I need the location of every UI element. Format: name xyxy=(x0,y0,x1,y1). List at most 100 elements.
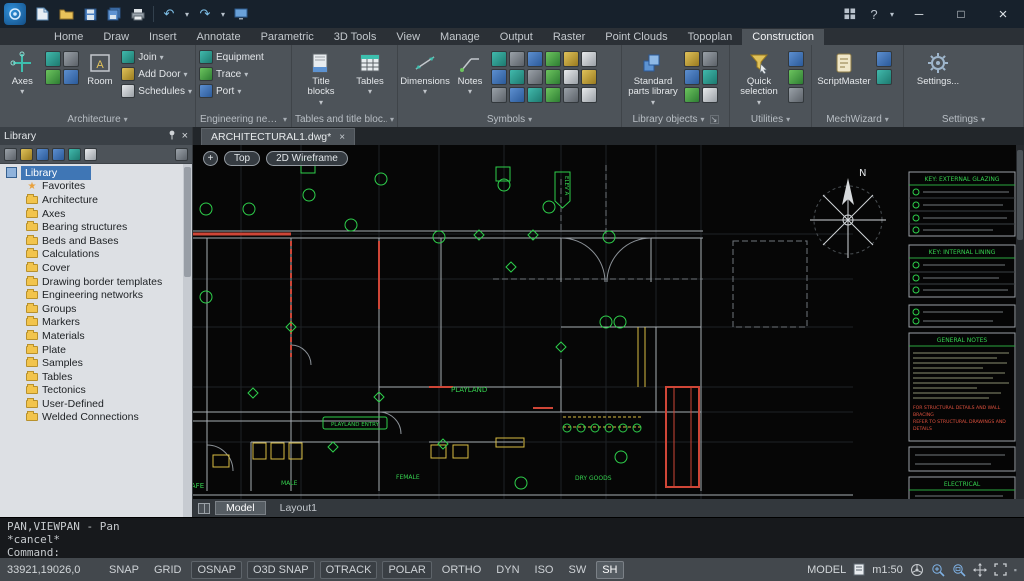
library-tree-item-groups[interactable]: Groups xyxy=(0,302,192,316)
schedules-button[interactable]: Schedules ▾ xyxy=(121,84,192,98)
library-tree-item-cover[interactable]: Cover xyxy=(0,261,192,275)
import-icon[interactable] xyxy=(36,148,49,161)
group-label-mechwizard[interactable]: MechWizard▾ xyxy=(812,112,903,127)
view-mark-icon[interactable] xyxy=(563,51,579,67)
equipment-button[interactable]: Equipment xyxy=(199,50,264,64)
purge-tool-icon[interactable] xyxy=(788,87,804,103)
osnap-toggle[interactable]: OSNAP xyxy=(191,561,242,579)
library-tree-item-favorites[interactable]: ★Favorites xyxy=(0,180,192,194)
trace-button[interactable]: Trace ▾ xyxy=(199,67,264,81)
redo-icon[interactable]: ↷ xyxy=(193,2,217,26)
palette-scrollbar-thumb[interactable] xyxy=(184,167,191,277)
dimensions-button[interactable]: Dimensions ▾ xyxy=(401,48,449,98)
assembly-tool-icon[interactable] xyxy=(702,87,718,103)
ribbon-tab-insert[interactable]: Insert xyxy=(139,29,187,45)
dialog-launcher-icon[interactable]: ↘ xyxy=(710,115,719,124)
node-mark-icon[interactable] xyxy=(527,51,543,67)
snap-toggle[interactable]: SNAP xyxy=(104,562,144,578)
layout1-tab[interactable]: Layout1 xyxy=(269,501,328,515)
group-label-tables[interactable]: Tables and title bloc...▾ xyxy=(292,112,397,127)
library-tree-item-tables[interactable]: Tables xyxy=(0,370,192,384)
app-logo-icon[interactable] xyxy=(4,3,26,25)
ribbon-tab-3d-tools[interactable]: 3D Tools xyxy=(324,29,387,45)
sw-toggle[interactable]: SW xyxy=(563,562,591,578)
close-button[interactable]: × xyxy=(982,0,1024,28)
notes-button[interactable]: Notes ▾ xyxy=(452,48,488,98)
center-mark-icon[interactable] xyxy=(581,87,597,103)
polar-toggle[interactable]: POLAR xyxy=(382,561,431,579)
layout-list-icon[interactable] xyxy=(198,503,210,514)
command-line[interactable]: PAN,VIEWPAN - Pan *cancel* Command: xyxy=(0,517,1024,558)
document-tab-architectural1[interactable]: ARCHITECTURAL1.dwg* × xyxy=(201,128,355,145)
axes-button[interactable]: Axes ▾ xyxy=(3,48,42,98)
new-folder-icon[interactable] xyxy=(20,148,33,161)
plot-preview-icon[interactable] xyxy=(229,2,253,26)
undo-dropdown-icon[interactable]: ▾ xyxy=(181,2,193,26)
group-label-library-objects[interactable]: Library objects▾↘ xyxy=(622,112,729,127)
ribbon-tab-parametric[interactable]: Parametric xyxy=(251,29,324,45)
room-button[interactable]: A Room xyxy=(82,48,119,89)
join-button[interactable]: Join ▾ xyxy=(121,50,192,64)
ortho-toggle[interactable]: ORTHO xyxy=(437,562,487,578)
profile-tool-icon[interactable] xyxy=(684,69,700,85)
grid-toggle[interactable]: GRID xyxy=(149,562,187,578)
bolt-tool-icon[interactable] xyxy=(684,51,700,67)
weld-symbol-icon[interactable] xyxy=(491,69,507,85)
fullscreen-icon[interactable] xyxy=(994,563,1007,576)
ribbon-tab-annotate[interactable]: Annotate xyxy=(187,29,251,45)
group-label-utilities[interactable]: Utilities▾ xyxy=(730,112,811,127)
ribbon-tab-output[interactable]: Output xyxy=(490,29,543,45)
fixing-symbol-icon[interactable] xyxy=(509,87,525,103)
tolerance-symbol-icon[interactable] xyxy=(527,69,543,85)
beam-tool-icon[interactable] xyxy=(45,69,61,85)
port-button[interactable]: Port ▾ xyxy=(199,84,264,98)
thumbnails-view-icon[interactable] xyxy=(84,148,97,161)
annotation-scale[interactable]: m1:50 xyxy=(872,564,903,576)
ribbon-tab-home[interactable]: Home xyxy=(44,29,93,45)
ribbon-tab-topoplan[interactable]: Topoplan xyxy=(678,29,743,45)
save-icon[interactable] xyxy=(78,2,102,26)
palette-close-icon[interactable]: × xyxy=(182,130,188,142)
viewport-menu-plus-button[interactable]: + xyxy=(203,151,218,166)
new-file-icon[interactable] xyxy=(30,2,54,26)
break-symbol-icon[interactable] xyxy=(563,69,579,85)
roughness-symbol-icon[interactable] xyxy=(509,69,525,85)
axis-symbol-icon[interactable] xyxy=(545,69,561,85)
library-tree-item-tectonics[interactable]: Tectonics xyxy=(0,384,192,398)
iso-toggle[interactable]: ISO xyxy=(530,562,559,578)
otrack-toggle[interactable]: OTRACK xyxy=(320,561,378,579)
marking-symbol-icon[interactable] xyxy=(491,87,507,103)
vertical-scrollbar-thumb[interactable] xyxy=(1017,150,1023,240)
wizard-tool-icon[interactable] xyxy=(876,51,892,67)
library-tree-item-plate[interactable]: Plate xyxy=(0,343,192,357)
library-tree-root[interactable]: Library xyxy=(0,166,192,180)
export-icon[interactable] xyxy=(52,148,65,161)
quick-selection-button[interactable]: Quick selection ▾ xyxy=(733,48,785,109)
fastener-tool-icon[interactable] xyxy=(702,69,718,85)
ribbon-tab-manage[interactable]: Manage xyxy=(430,29,490,45)
library-tree-item-samples[interactable]: Samples xyxy=(0,356,192,370)
library-tree-item-bearing-structures[interactable]: Bearing structures xyxy=(0,220,192,234)
position-mark-icon[interactable] xyxy=(581,51,597,67)
add-door-button[interactable]: Add Door ▾ xyxy=(121,67,192,81)
tree-view-icon[interactable] xyxy=(68,148,81,161)
ribbon-tab-draw[interactable]: Draw xyxy=(93,29,139,45)
title-blocks-button[interactable]: Title blocks ▾ xyxy=(297,48,345,109)
library-tree-item-drawing-border-templates[interactable]: Drawing border templates xyxy=(0,275,192,289)
audit-tool-icon[interactable] xyxy=(788,69,804,85)
library-tree-item-calculations[interactable]: Calculations xyxy=(0,248,192,262)
slope-mark-icon[interactable] xyxy=(545,51,561,67)
cloud-symbol-icon[interactable] xyxy=(563,87,579,103)
zoom-window-icon[interactable] xyxy=(952,563,966,577)
3d-osnap-toggle[interactable]: O3D SNAP xyxy=(247,561,315,579)
drawing-viewport[interactable]: PLAYLAND PLAYLAND ENTRY MALE FEMALE DRY … xyxy=(193,145,1024,499)
library-tree-item-engineering-networks[interactable]: Engineering networks xyxy=(0,288,192,302)
help-button[interactable]: ? xyxy=(862,2,886,26)
interface-settings-icon[interactable] xyxy=(838,2,862,26)
redo-dropdown-icon[interactable]: ▾ xyxy=(217,2,229,26)
scriptmaster-button[interactable]: ScriptMaster xyxy=(815,48,873,89)
wall-tool-icon[interactable] xyxy=(45,51,61,67)
model-tab[interactable]: Model xyxy=(215,501,266,515)
steering-wheel-icon[interactable] xyxy=(910,563,924,577)
tables-button[interactable]: Tables ▾ xyxy=(348,48,392,98)
